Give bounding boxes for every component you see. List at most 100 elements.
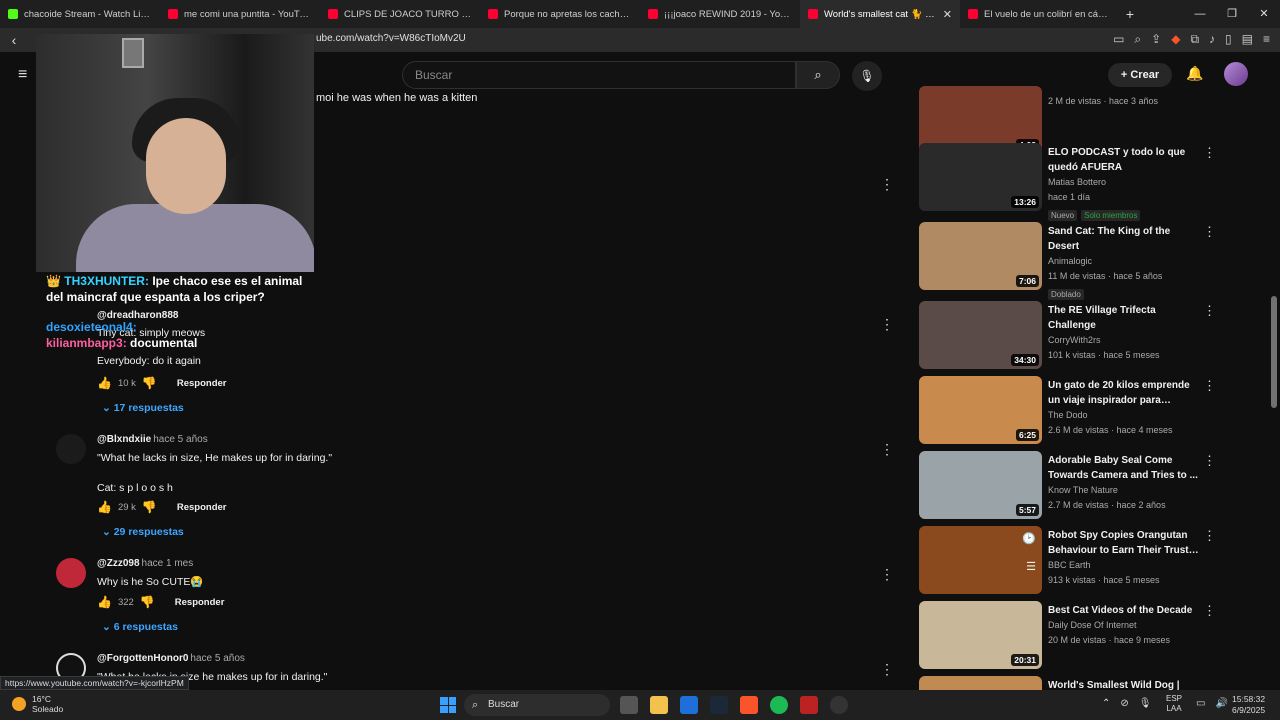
minimize-icon[interactable]: —	[1184, 0, 1216, 28]
system-clock[interactable]: 15:58:32 6/9/2025	[1232, 694, 1265, 716]
tab-porque-no[interactable]: Porque no apretas los cachetes y me	[480, 0, 640, 28]
add-to-queue-icon[interactable]: ☰	[1026, 560, 1036, 573]
tab-joaco-rewind[interactable]: ¡¡¡joaco REWIND 2019 - YouTube	[640, 0, 800, 28]
taskbar-search[interactable]: ⌕ Buscar	[464, 694, 610, 716]
sidebar-icon[interactable]: ▯	[1225, 32, 1232, 47]
thumbs-up-icon[interactable]: 👍	[97, 376, 112, 390]
reply-button[interactable]: Responder	[177, 378, 227, 389]
wallet-icon[interactable]: ▤	[1242, 32, 1253, 47]
extensions-icon[interactable]: ⧉	[1190, 32, 1199, 47]
thumbs-up-icon[interactable]: 👍	[97, 595, 112, 609]
view-replies-button[interactable]: ⌄ 17 respuestas	[102, 402, 184, 414]
tab-worlds-smallest-cat[interactable]: World's smallest cat 🐈 - BBC - Y✕	[800, 0, 960, 28]
video-options-icon[interactable]: ⋮	[1203, 145, 1216, 161]
comment-options-icon[interactable]: ⋮	[880, 316, 894, 333]
comment-item: @Blxndxiie hace 5 años "What he lacks in …	[56, 434, 876, 544]
microphone-button[interactable]: 🎙	[852, 61, 882, 91]
tab-colibri[interactable]: El vuelo de un colibrí en cámara lent	[960, 0, 1120, 28]
video-thumbnail[interactable]: 5:57	[919, 451, 1042, 519]
screen-icon[interactable]: ▭	[1113, 32, 1124, 47]
video-thumbnail[interactable]: 13:26	[919, 143, 1042, 211]
video-card[interactable]: 13:26 ELO PODCAST y todo lo que quedó AF…	[919, 143, 1219, 221]
comment-options-icon[interactable]: ⋮	[880, 566, 894, 583]
url-field[interactable]: ube.com/watch?v=W86cTIoMv2U	[316, 33, 466, 44]
video-card[interactable]: 7:06 Sand Cat: The King of the Desert An…	[919, 222, 1219, 300]
page-scrollbar[interactable]	[1271, 296, 1277, 408]
recording-app-icon[interactable]	[800, 696, 818, 714]
comment-body: "What he lacks in size, He makes up for …	[97, 452, 333, 494]
video-options-icon[interactable]: ⋮	[1203, 378, 1216, 394]
zoom-icon[interactable]: ⌕	[1134, 32, 1141, 47]
avatar[interactable]	[56, 558, 86, 588]
video-options-icon[interactable]: ⋮	[1203, 224, 1216, 240]
video-thumbnail[interactable]	[919, 676, 1042, 690]
video-card[interactable]: 6:25 Un gato de 20 kilos emprende un via…	[919, 376, 1219, 448]
video-card[interactable]: 20:31 Best Cat Videos of the Decade Dail…	[919, 601, 1219, 673]
link-status-bar: https://www.youtube.com/watch?v=-kjcorlH…	[0, 676, 189, 690]
close-window-icon[interactable]: ✕	[1248, 0, 1280, 28]
windows-start-icon[interactable]	[440, 697, 456, 713]
video-thumbnail[interactable]: 7:06	[919, 222, 1042, 290]
search-icon: ⌕	[472, 699, 479, 711]
video-thumbnail[interactable]: 34:30	[919, 301, 1042, 369]
avatar[interactable]	[56, 434, 86, 464]
brave-shield-icon[interactable]: ◆	[1171, 32, 1180, 47]
bing-icon[interactable]	[680, 696, 698, 714]
thumbs-down-icon[interactable]: 👎	[142, 500, 157, 514]
comment-options-icon[interactable]: ⋮	[880, 176, 894, 193]
chevron-up-icon[interactable]: ⌃	[1102, 698, 1110, 709]
share-icon[interactable]: ⇪	[1151, 32, 1161, 47]
browser-tab-bar: chacoide Stream - Watch Live on me comi …	[0, 0, 1280, 28]
volume-icon[interactable]: 🔊	[1215, 698, 1227, 709]
file-explorer-icon[interactable]	[650, 696, 668, 714]
maximize-icon[interactable]: ❐	[1216, 0, 1248, 28]
video-options-icon[interactable]: ⋮	[1203, 603, 1216, 619]
notifications-bell-icon[interactable]: 🔔	[1186, 65, 1203, 82]
back-arrow-icon[interactable]: ‹	[0, 32, 28, 48]
video-card[interactable]: 34:30 The RE Village Trifecta Challenge …	[919, 301, 1219, 373]
new-tab-button[interactable]: +	[1120, 6, 1140, 22]
video-card[interactable]: 5:57 Adorable Baby Seal Come Towards Cam…	[919, 451, 1219, 523]
video-card[interactable]: World's Smallest Wild Dog |	[919, 676, 1219, 690]
view-replies-button[interactable]: ⌄ 29 respuestas	[102, 526, 184, 538]
video-options-icon[interactable]: ⋮	[1203, 303, 1216, 319]
hamburger-menu-icon[interactable]: ≡	[18, 66, 27, 84]
language-indicator[interactable]: ESP LAA	[1166, 694, 1182, 714]
video-options-icon[interactable]: ⋮	[1203, 453, 1216, 469]
watch-later-icon[interactable]: 🕑	[1022, 532, 1036, 545]
view-replies-button[interactable]: ⌄ 6 respuestas	[102, 621, 178, 633]
task-view-icon[interactable]	[620, 696, 638, 714]
thumbs-down-icon[interactable]: 👎	[140, 595, 155, 609]
reply-button[interactable]: Responder	[177, 502, 227, 513]
create-button[interactable]: + Crear	[1108, 63, 1172, 87]
display-icon[interactable]: ▭	[1196, 698, 1205, 709]
comment-body: Why is he So CUTE😭	[97, 576, 204, 588]
thumbs-up-icon[interactable]: 👍	[97, 500, 112, 514]
tab-me-comi[interactable]: me comi una puntita - YouTube	[160, 0, 320, 28]
weather-widget[interactable]: 16°C Soleado	[12, 694, 63, 714]
account-avatar[interactable]	[1224, 62, 1248, 86]
brave-icon[interactable]	[740, 696, 758, 714]
close-tab-icon[interactable]: ✕	[943, 8, 952, 21]
network-icon[interactable]: ⊘	[1120, 698, 1128, 709]
video-card[interactable]: 🕑 ☰ Robot Spy Copies Orangutan Behaviour…	[919, 526, 1219, 598]
obs-icon[interactable]	[830, 696, 848, 714]
comment-options-icon[interactable]: ⋮	[880, 441, 894, 458]
tab-chacoide-stream[interactable]: chacoide Stream - Watch Live on	[0, 0, 160, 28]
spotify-icon[interactable]	[770, 696, 788, 714]
video-thumbnail[interactable]: 20:31	[919, 601, 1042, 669]
comment-header: @Blxndxiie hace 5 años	[97, 434, 208, 445]
search-button[interactable]: ⌕	[796, 61, 840, 89]
search-input[interactable]: Buscar	[402, 61, 796, 89]
comment-options-icon[interactable]: ⋮	[880, 661, 894, 678]
steam-icon[interactable]	[710, 696, 728, 714]
video-thumbnail[interactable]: 6:25	[919, 376, 1042, 444]
video-options-icon[interactable]: ⋮	[1203, 528, 1216, 544]
tab-clips-joaco[interactable]: CLIPS DE JOACO TURRO - YouTube	[320, 0, 480, 28]
media-icon[interactable]: ♪	[1209, 32, 1215, 47]
thumbs-down-icon[interactable]: 👎	[142, 376, 157, 390]
microphone-icon[interactable]: 🎙	[1139, 698, 1152, 709]
reply-button[interactable]: Responder	[175, 597, 225, 608]
menu-icon[interactable]: ≡	[1263, 32, 1270, 47]
video-thumbnail[interactable]: 🕑 ☰	[919, 526, 1042, 594]
